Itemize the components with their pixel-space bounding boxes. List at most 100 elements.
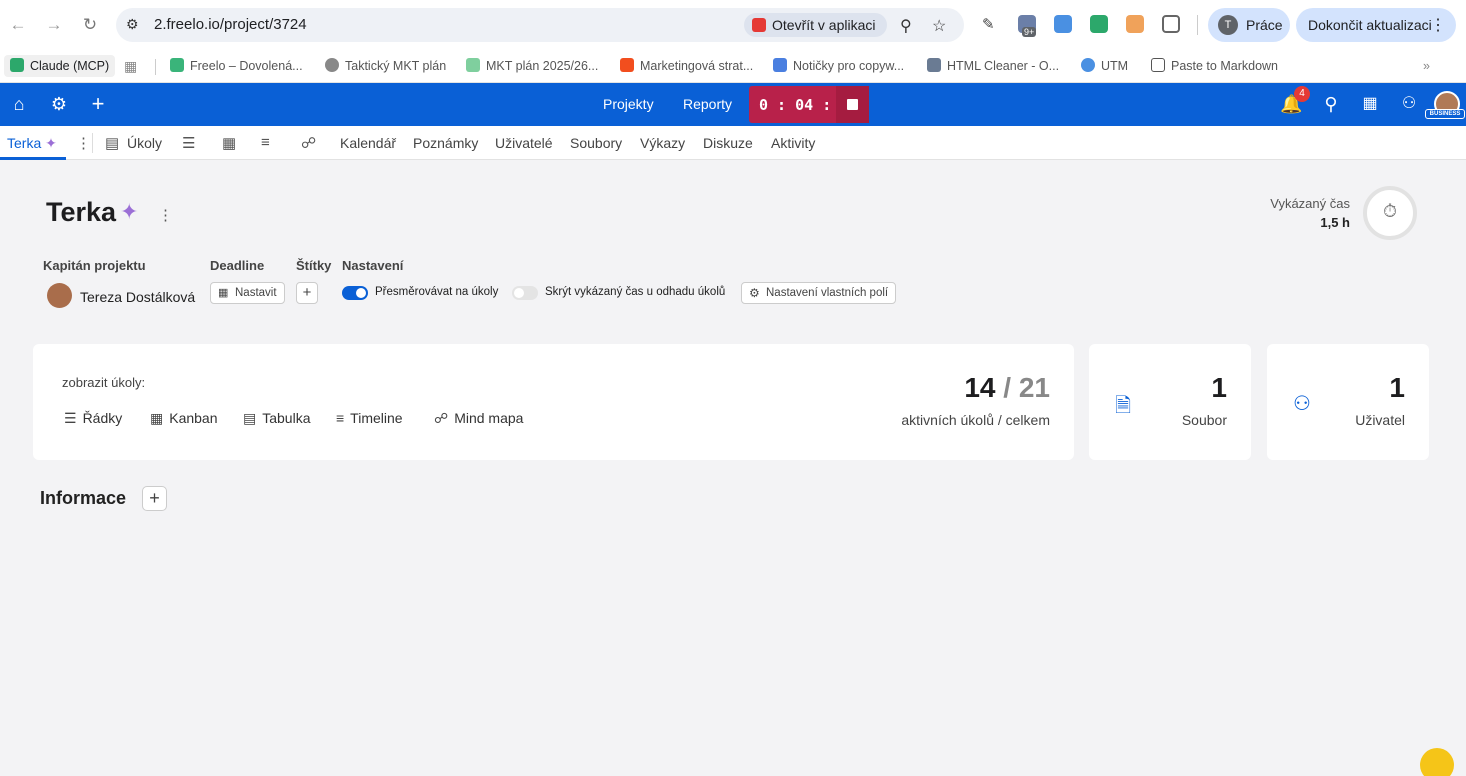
active-tab-indicator (0, 157, 66, 160)
reported-time-value: 1,5 h (1320, 215, 1350, 230)
project-menu-icon[interactable]: ⋮ (76, 134, 91, 152)
task-count-label: aktivních úkolů / celkem (901, 412, 1050, 428)
globe-icon (325, 58, 339, 72)
mindmap-icon: ☍ (434, 410, 449, 426)
add-icon[interactable]: + (87, 93, 109, 115)
open-in-app-button[interactable]: Otevřít v aplikaci (744, 13, 888, 37)
address-bar[interactable]: ⚙ 2.freelo.io/project/3724 Otevřít v apl… (116, 8, 964, 42)
bookmark-item[interactable]: Taktický MKT plán (325, 55, 446, 77)
time-tracker[interactable]: 0 : 04 : 59 (749, 86, 869, 123)
list-view-icon[interactable]: ☰ (182, 134, 195, 152)
files-count: 1 (1211, 372, 1227, 403)
markdown-icon (1151, 58, 1165, 72)
tab-divider (92, 133, 93, 153)
stop-timer-button[interactable] (836, 86, 869, 123)
extension-snowflake-icon[interactable] (1054, 15, 1072, 33)
settings-gear-icon[interactable]: ⚙ (48, 93, 70, 115)
checkbox-icon (10, 58, 24, 72)
projects-link[interactable]: Projekty (603, 96, 654, 112)
hide-time-toggle[interactable] (512, 286, 538, 300)
add-tag-button[interactable]: + (296, 282, 318, 304)
table-icon: ▤ (243, 410, 257, 426)
unicorn-icon: ✦ (120, 199, 139, 224)
extension-shield-icon[interactable] (1090, 15, 1108, 33)
update-label: Dokončit aktualizaci (1308, 17, 1432, 33)
reported-time-label: Vykázaný čas (1270, 196, 1350, 211)
users-icon[interactable]: ⚇ (1398, 93, 1420, 115)
calendar-icon[interactable]: ▦ (1359, 93, 1381, 115)
page-title: Terka (46, 197, 117, 227)
bookmark-item[interactable]: MKT plán 2025/26... (466, 55, 598, 77)
tab-tasks[interactable]: Úkoly (127, 135, 162, 151)
set-deadline-button[interactable]: ▦ Nastavit (210, 282, 285, 304)
tab-calendar[interactable]: Kalendář (340, 135, 396, 151)
forward-icon[interactable]: → (42, 13, 66, 37)
home-icon[interactable]: ⌂ (8, 93, 30, 115)
bookmark-item[interactable]: HTML Cleaner - O... (927, 55, 1059, 77)
file-icon: 🗎 (1115, 395, 1132, 417)
zoom-icon[interactable]: ⚲ (900, 16, 912, 36)
users-count: 1 (1389, 372, 1405, 403)
mindmap-view-link[interactable]: ☍ Mind mapa (434, 410, 523, 427)
captain-name[interactable]: Tereza Dostálková (80, 289, 195, 305)
profile-button[interactable]: T Práce (1208, 8, 1290, 42)
table-view-link[interactable]: ▤ Tabulka (243, 410, 311, 427)
bookmark-item[interactable]: Paste to Markdown (1151, 55, 1278, 77)
tab-discussion[interactable]: Diskuze (703, 135, 753, 151)
info-section-title: Informace (40, 488, 127, 508)
extensions-puzzle-icon[interactable] (1162, 15, 1180, 33)
apps-grid-icon[interactable]: ▦ (124, 55, 137, 77)
update-button[interactable]: Dokončit aktualizaci ⋮ (1296, 8, 1456, 42)
custom-fields-button[interactable]: ⚙ Nastavení vlastních polí (741, 282, 896, 304)
pen-icon[interactable]: ✎ (982, 15, 995, 33)
active-task-count: 14 (964, 372, 996, 403)
tab-project[interactable]: Terka ✦ (7, 135, 57, 152)
reported-time-chart: ⏱ (1363, 186, 1417, 240)
url-text[interactable]: 2.freelo.io/project/3724 (154, 16, 307, 33)
sheet-icon (466, 58, 480, 72)
settings-label: Nastavení (342, 258, 404, 273)
freelo-app-icon (752, 18, 766, 32)
total-task-count: / 21 (1003, 372, 1050, 403)
bookmark-star-icon[interactable]: ☆ (932, 16, 946, 36)
bookmark-item[interactable]: Notičky pro copyw... (773, 55, 904, 77)
tab-notes[interactable]: Poznámky (413, 135, 478, 151)
more-bookmarks-icon[interactable]: » (1423, 55, 1430, 77)
task-count: 14 / 21 (964, 372, 1050, 404)
tab-reports[interactable]: Výkazy (640, 135, 685, 151)
kanban-view-icon[interactable]: ▦ (222, 134, 236, 152)
profile-avatar: T (1218, 15, 1238, 35)
bookmark-item[interactable]: Freelo – Dovolená... (170, 55, 303, 77)
redirect-toggle[interactable] (342, 286, 368, 300)
deadline-label: Deadline (210, 258, 265, 273)
more-menu-icon[interactable]: ⋮ (1430, 15, 1446, 35)
captain-label: Kapitán projektu (43, 258, 146, 273)
search-icon[interactable]: ⚲ (1320, 93, 1342, 115)
files-card[interactable]: 🗎 1 Soubor (1089, 344, 1251, 460)
avatar[interactable] (47, 283, 72, 308)
bookmark-item[interactable]: Claude (MCP) (4, 55, 116, 77)
users-card[interactable]: ⚇ 1 Uživatel (1267, 344, 1429, 460)
rows-icon: ☰ (64, 410, 77, 426)
mindmap-view-icon[interactable]: ☍ (301, 134, 316, 152)
tab-files[interactable]: Soubory (570, 135, 622, 151)
reports-link[interactable]: Reporty (683, 96, 732, 112)
tab-users[interactable]: Uživatelé (495, 135, 553, 151)
kanban-view-link[interactable]: ▦ Kanban (150, 410, 218, 427)
stopwatch-icon: ⏱ (1382, 201, 1398, 221)
timeline-view-icon[interactable]: ≡ (261, 134, 270, 151)
bookmark-item[interactable]: UTM (1081, 55, 1128, 77)
reload-icon[interactable]: ↻ (78, 13, 102, 37)
table-icon: ▤ (105, 135, 120, 152)
rows-view-link[interactable]: ☰ Řádky (64, 410, 122, 427)
help-chat-icon[interactable] (1420, 748, 1454, 776)
extension-orange-icon[interactable] (1126, 15, 1144, 33)
project-options-icon[interactable]: ⋮ (158, 206, 173, 224)
back-icon[interactable]: ← (6, 13, 30, 37)
add-info-button[interactable]: + (142, 486, 167, 511)
bookmark-item[interactable]: Marketingová strat... (620, 55, 753, 77)
tab-activities[interactable]: Aktivity (771, 135, 815, 151)
redirect-label: Přesměrovávat na úkoly (375, 286, 499, 298)
site-settings-icon[interactable]: ⚙ (126, 16, 139, 33)
timeline-view-link[interactable]: ≡ Timeline (336, 410, 403, 426)
